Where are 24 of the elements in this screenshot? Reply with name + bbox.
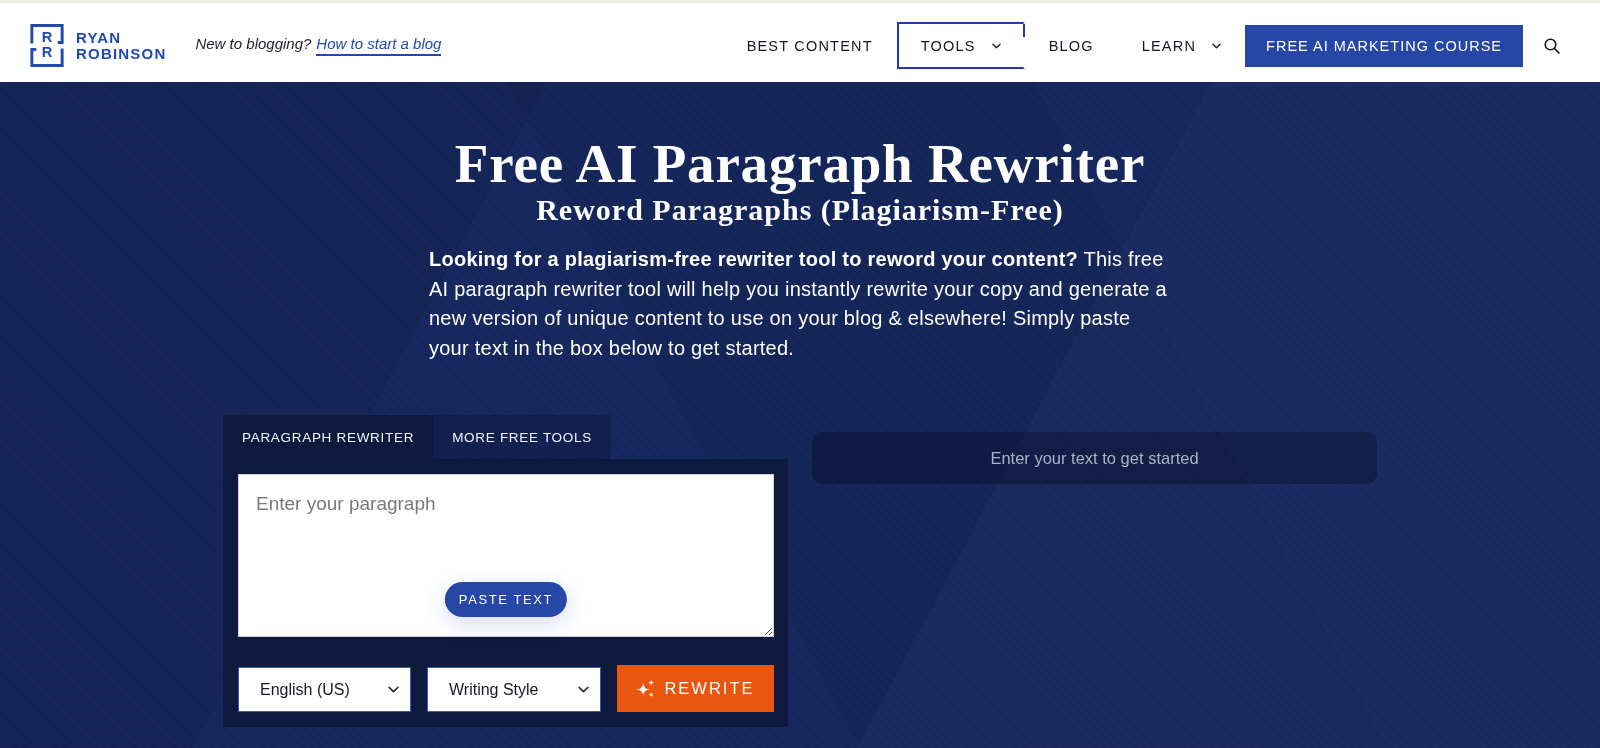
marketing-course-button[interactable]: FREE AI MARKETING COURSE <box>1245 24 1523 67</box>
page-subtitle: Reword Paragraphs (Plagiarism-Free) <box>535 193 1065 227</box>
intro-paragraph: Looking for a plagiarism-free rewriter tool to reword your content? This free AI paragraph rewriter tool will help you instantly rewrite your copy and generate a new version of unique content to use on your blog & elsewhere! Simply paste your text in the box below to get started. <box>429 247 1168 361</box>
rewrite-button[interactable]: REWRITE <box>617 665 774 712</box>
search-icon[interactable] <box>1544 37 1560 54</box>
tab[interactable]: MORE FREE TOOLS <box>433 415 611 459</box>
nav-link[interactable]: BEST CONTENT <box>722 22 897 69</box>
chevron-down-icon <box>1212 42 1222 49</box>
page-title: Free AI Paragraph Rewriter <box>453 134 1147 193</box>
chevron-down-icon <box>578 686 589 693</box>
tagline-text: New to blogging? <box>195 35 312 52</box>
sparkle-icon <box>636 679 656 698</box>
writing-style-select[interactable]: Writing Style <box>427 667 601 712</box>
nav-link[interactable]: BLOG <box>1024 22 1118 69</box>
output-area: Enter your text to get started <box>812 432 1377 484</box>
language-select[interactable]: English (US) <box>238 667 411 712</box>
nav-link[interactable]: LEARN <box>1117 22 1246 69</box>
chevron-down-icon <box>991 42 1001 49</box>
tab[interactable]: PARAGRAPH REWRITER <box>223 415 434 459</box>
chevron-down-icon <box>388 686 399 693</box>
paste-text-button[interactable]: PASTE TEXT <box>444 582 568 617</box>
start-blog-link[interactable]: How to start a blog <box>316 35 442 56</box>
nav-link[interactable]: TOOLS <box>896 22 1025 69</box>
logo-text[interactable]: RYAN ROBINSON <box>76 29 167 62</box>
